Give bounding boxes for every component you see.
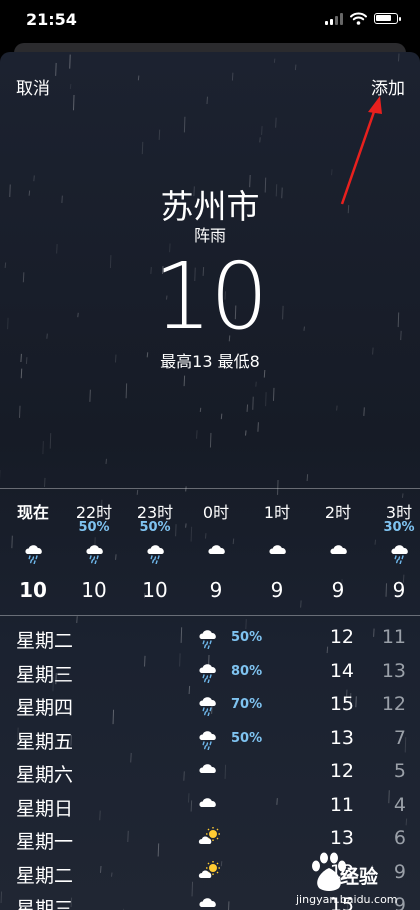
cellular-signal-icon: [325, 12, 343, 25]
partly-sunny-icon: [198, 860, 220, 878]
day-name: 星期三: [16, 898, 74, 910]
day-name: 星期四: [16, 697, 74, 719]
cloud-rain-icon: [147, 545, 164, 564]
hour-precipitation: 50%: [78, 520, 110, 535]
hour-temperature: 9: [392, 578, 406, 602]
day-precipitation: 50%: [231, 730, 263, 746]
hour-temperature: 9: [270, 578, 284, 602]
day-precipitation: 50%: [231, 630, 263, 645]
hour-temperature: 10: [142, 578, 168, 602]
wifi-icon: [350, 12, 367, 25]
day-low: 13: [381, 659, 406, 682]
day-low: 11: [381, 626, 406, 648]
day-high: 15: [329, 693, 354, 715]
day-high: 13: [329, 827, 354, 849]
day-high: 12: [329, 626, 354, 648]
city-name: 苏州市: [160, 187, 260, 226]
daily-row: 星期日 11 4: [0, 788, 420, 821]
cloud-icon: [269, 545, 286, 554]
cloud-rain-icon: [199, 663, 216, 683]
day-name: 星期三: [16, 663, 74, 686]
cloud-rain-icon: [199, 697, 216, 716]
daily-row: 星期二 50% 12 11: [0, 620, 420, 653]
high-low-temperature: 最高13 最低8: [160, 352, 260, 371]
cloud-rain-icon: [86, 545, 103, 564]
day-low: 12: [381, 693, 406, 715]
daily-row: 星期三 80% 14 13: [0, 654, 420, 687]
divider-top: [0, 488, 420, 489]
day-precipitation: 70%: [231, 697, 263, 712]
current-temperature: 10: [153, 243, 268, 350]
cloud-icon: [199, 898, 216, 907]
hour-label: 1时: [263, 503, 291, 522]
daily-row: 星期六 12 5: [0, 754, 420, 787]
watermark-text: 经验: [340, 866, 379, 888]
day-precipitation: 80%: [231, 663, 263, 679]
hour-temperature: 9: [331, 578, 345, 602]
hour-label: 0时: [202, 503, 230, 522]
status-bar: 21:54: [0, 0, 420, 40]
day-high: 13: [329, 726, 354, 749]
hour-label: 现在: [16, 503, 49, 522]
hour-temperature: 10: [81, 578, 107, 602]
day-name: 星期二: [16, 864, 74, 887]
day-high: 12: [329, 760, 354, 782]
day-low: 6: [393, 827, 406, 849]
cancel-button[interactable]: 取消: [16, 74, 50, 99]
cloud-rain-icon: [199, 730, 216, 750]
status-time: 21:54: [26, 10, 77, 29]
weather-preview-sheet: 取消 添加 苏州市 阵雨 10 最高13 最低8 现在 10 22时 50% 10 23时…: [0, 52, 420, 910]
divider-bottom: [0, 615, 420, 616]
hour-temperature: 9: [209, 578, 223, 602]
hour-precipitation: 30%: [383, 520, 415, 535]
day-name: 星期日: [16, 797, 74, 820]
day-name: 星期六: [16, 764, 74, 786]
cloud-rain-icon: [199, 630, 216, 649]
day-high: 14: [329, 659, 354, 682]
daily-row: 星期五 50% 13 7: [0, 721, 420, 754]
battery-level: [376, 15, 392, 21]
hour-precipitation: 50%: [139, 520, 171, 535]
cloud-rain-icon: [25, 545, 42, 564]
cloud-icon: [330, 545, 347, 554]
cloud-icon: [199, 764, 216, 773]
cloud-icon: [208, 545, 225, 554]
cloud-rain-icon: [391, 545, 408, 564]
daily-row: 星期四 70% 15 12: [0, 687, 420, 720]
day-low: 5: [393, 760, 406, 782]
day-low: 7: [393, 726, 406, 749]
day-name: 星期一: [16, 831, 74, 853]
watermark-url: jingyan.baidu.com: [296, 893, 398, 906]
hour-label: 2时: [324, 503, 352, 522]
day-low: 4: [393, 793, 406, 816]
cloud-icon: [199, 797, 216, 807]
battery-icon: [374, 13, 401, 24]
status-icons: [325, 12, 401, 25]
hour-temperature: 10: [19, 578, 47, 602]
partly-sunny-icon: [198, 827, 220, 844]
day-name: 星期二: [16, 630, 74, 652]
day-name: 星期五: [16, 730, 74, 753]
day-high: 11: [329, 793, 354, 816]
